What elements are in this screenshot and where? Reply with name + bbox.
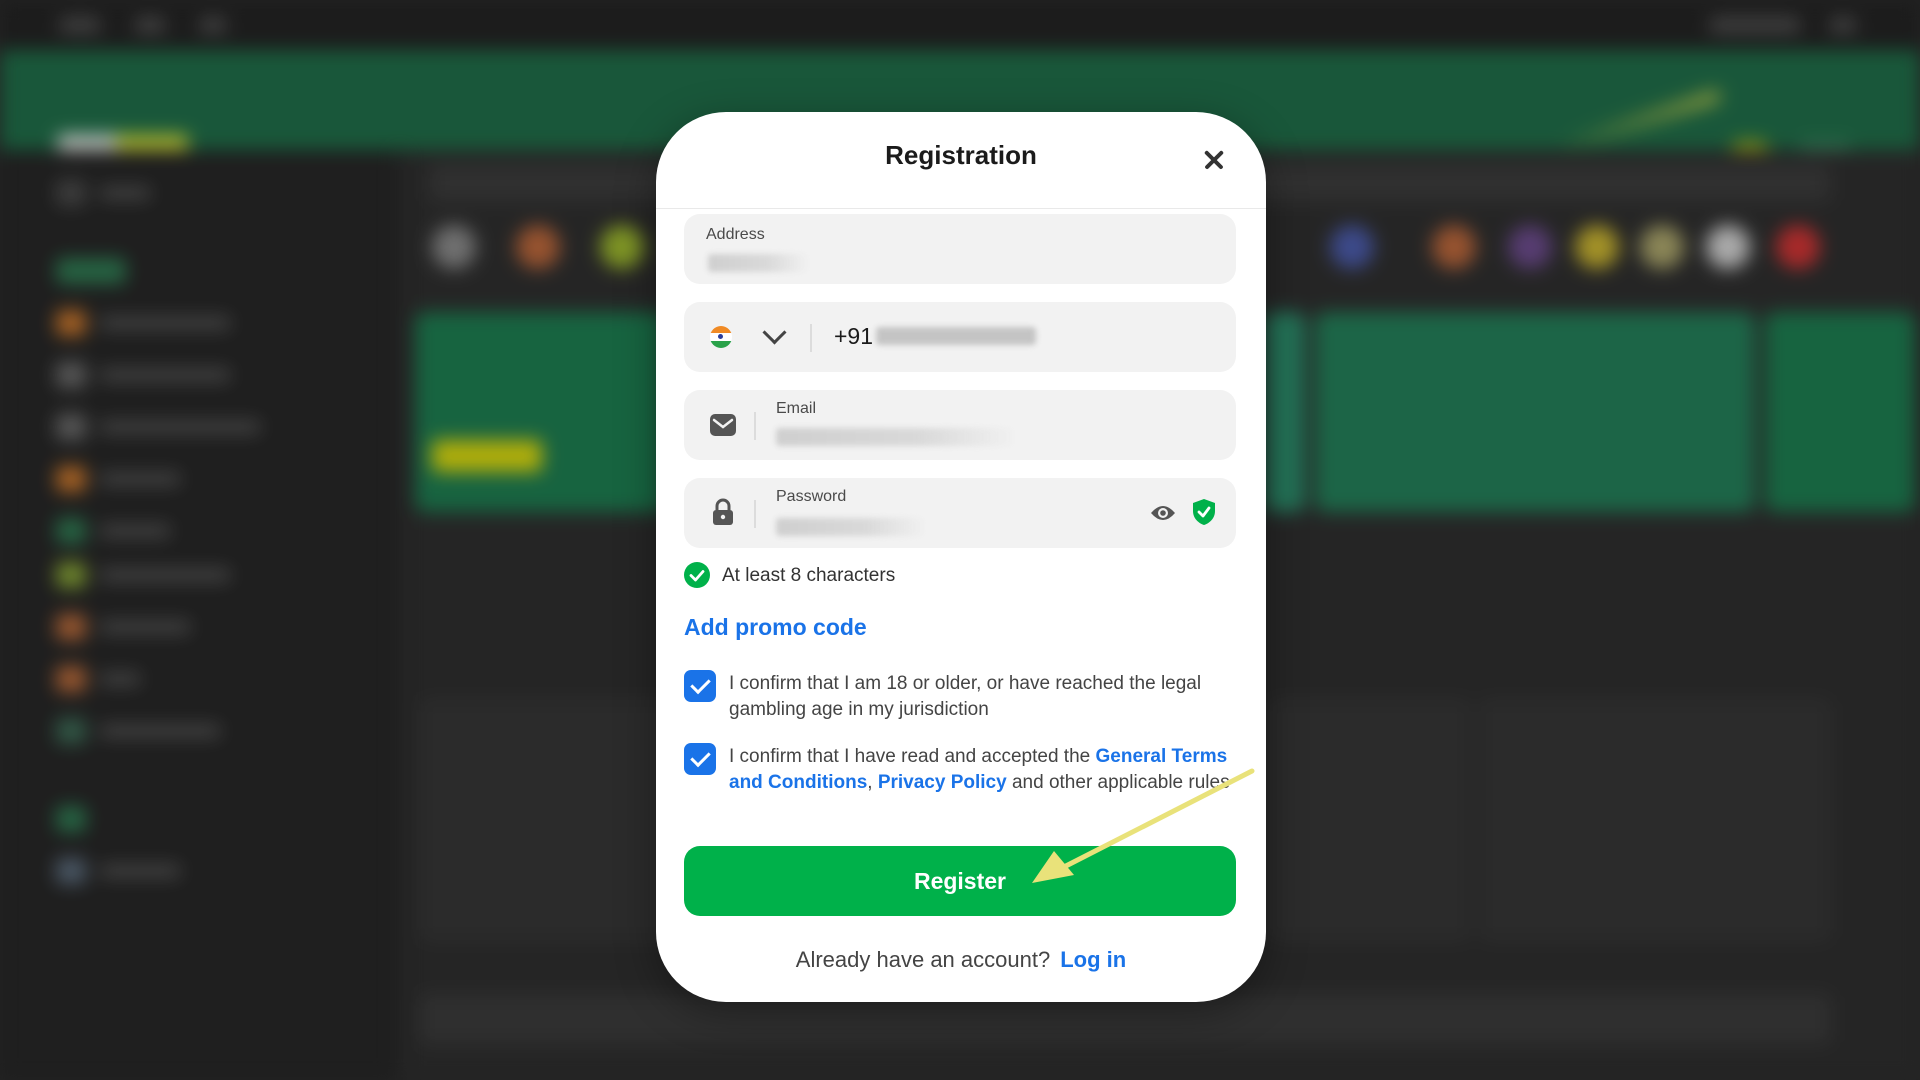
address-value-redacted [708,254,808,272]
password-hint: At least 8 characters [722,565,896,586]
login-prompt: Already have an account? Log in [656,947,1266,973]
modal-header: Registration [656,112,1266,209]
terms-suffix: and other applicable rules [1006,772,1230,793]
email-label: Email [776,400,817,417]
envelope-icon [710,414,736,436]
check-circle-icon [684,562,710,588]
password-value-redacted [776,518,926,536]
add-promo-code-link[interactable]: Add promo code [684,614,867,641]
lock-icon [713,498,733,525]
age-confirm-checkbox[interactable] [684,670,716,702]
india-flag-icon[interactable] [710,326,732,348]
privacy-policy-link[interactable]: Privacy Policy [878,772,1007,793]
email-field[interactable]: Email [684,390,1236,460]
eye-icon[interactable] [1150,503,1176,523]
terms-prefix: I confirm that I have read and accepted … [729,746,1096,767]
dial-code: +91 [834,323,874,349]
registration-modal: Registration Address +91 Email Password [656,112,1266,1002]
terms-confirm-text: I confirm that I have read and accepted … [729,744,1239,796]
terms-comma: , [867,772,878,793]
password-label: Password [776,488,847,505]
modal-title: Registration [885,140,1037,170]
terms-confirm-checkbox[interactable] [684,743,716,775]
close-icon[interactable] [1196,142,1232,178]
log-in-link[interactable]: Log in [1060,947,1126,972]
shield-check-icon [1193,499,1215,525]
chevron-down-icon[interactable] [762,320,787,345]
register-button[interactable]: Register [684,846,1236,916]
email-value-redacted [776,428,1016,446]
phone-field[interactable]: +91 [684,302,1236,372]
phone-value-redacted [876,327,1036,345]
address-field[interactable]: Address [684,214,1236,284]
age-confirm-text: I confirm that I am 18 or older, or have… [729,673,1202,720]
address-label: Address [706,226,765,243]
password-field[interactable]: Password [684,478,1236,548]
already-text: Already have an account? [795,947,1051,972]
